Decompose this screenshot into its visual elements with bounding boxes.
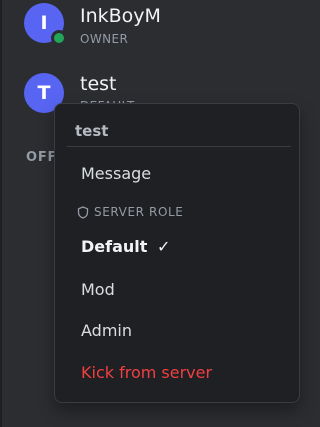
member-list-panel: I InkBoyM OWNER T test DEFAULT OFF test … <box>0 0 300 427</box>
offline-section-header: OFF <box>26 150 58 165</box>
check-icon: ✓ <box>157 237 171 256</box>
shield-icon <box>77 205 89 219</box>
role-option-admin[interactable]: Admin <box>81 321 132 341</box>
member-name[interactable]: InkBoyM <box>80 6 161 26</box>
avatar[interactable]: I <box>24 3 67 46</box>
role-option-default[interactable]: Default ✓ <box>81 237 170 257</box>
server-role-label: SERVER ROLE <box>94 205 184 219</box>
member-context-menu: test Message SERVER ROLE Default ✓ Mod A… <box>54 103 300 403</box>
online-status-icon <box>51 30 67 46</box>
kick-from-server-menu-item[interactable]: Kick from server <box>81 363 212 383</box>
avatar-initial: T <box>37 82 51 104</box>
menu-divider <box>67 146 291 147</box>
role-option-label: Default <box>81 237 148 256</box>
avatar-initial: I <box>40 12 48 34</box>
member-name[interactable]: test <box>80 74 117 94</box>
context-menu-title: test <box>75 122 109 140</box>
role-option-mod[interactable]: Mod <box>81 280 115 300</box>
message-menu-item[interactable]: Message <box>81 164 151 184</box>
member-role: OWNER <box>80 32 129 46</box>
member-row[interactable]: I InkBoyM OWNER <box>2 0 302 48</box>
server-role-group-label: SERVER ROLE <box>77 205 183 219</box>
